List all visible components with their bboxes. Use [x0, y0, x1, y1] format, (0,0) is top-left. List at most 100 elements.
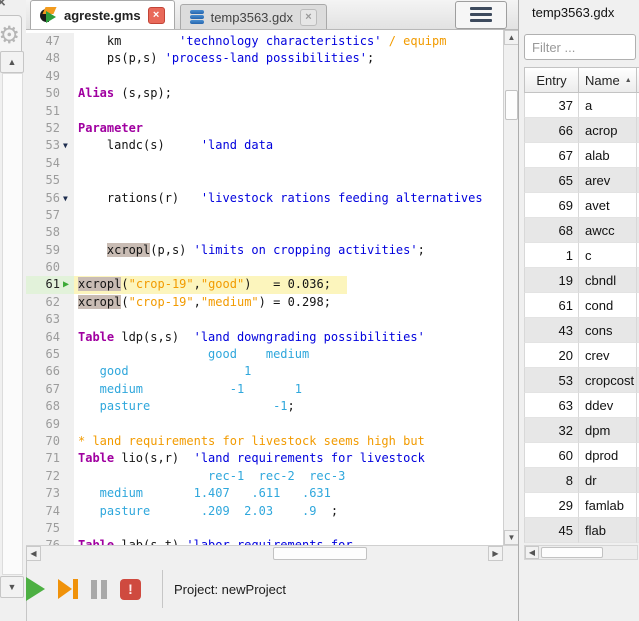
entry-cell[interactable]: 37: [524, 93, 579, 118]
column-header-name[interactable]: Name▲: [579, 67, 637, 93]
entry-cell[interactable]: 60: [524, 443, 579, 468]
gdx-hscrollbar[interactable]: ◀: [524, 545, 638, 560]
tab-temp3563-gdx[interactable]: temp3563.gdx ×: [180, 4, 327, 29]
code-line[interactable]: 55: [26, 172, 503, 189]
entry-cell[interactable]: 1: [524, 243, 579, 268]
entry-cell[interactable]: 8: [524, 468, 579, 493]
code-line[interactable]: 50Alias (s,sp);: [26, 85, 503, 102]
entry-cell[interactable]: 19: [524, 268, 579, 293]
gdx-table-row[interactable]: 43cons: [524, 318, 639, 343]
name-cell[interactable]: ddev: [579, 393, 637, 418]
code-line[interactable]: 66 good 1: [26, 363, 503, 380]
scroll-down-button[interactable]: ▼: [0, 576, 24, 598]
code-line[interactable]: 67 medium -1 1: [26, 381, 503, 398]
entry-cell[interactable]: 20: [524, 343, 579, 368]
code-line[interactable]: 64Table ldp(s,s) 'land downgrading possi…: [26, 329, 503, 346]
close-icon[interactable]: ×: [0, 0, 6, 11]
code-line[interactable]: 71Table lio(s,r) 'land requirements for …: [26, 450, 503, 467]
entry-cell[interactable]: 63: [524, 393, 579, 418]
name-cell[interactable]: awcc: [579, 218, 637, 243]
hscroll-thumb[interactable]: [541, 547, 603, 558]
code-line[interactable]: 65 good medium: [26, 346, 503, 363]
name-cell[interactable]: cbndl: [579, 268, 637, 293]
code-line[interactable]: 73 medium 1.407 .611 .631: [26, 485, 503, 502]
gdx-table-row[interactable]: 32dpm: [524, 418, 639, 443]
column-header-entry[interactable]: Entry: [524, 67, 579, 93]
code-line[interactable]: 75: [26, 520, 503, 537]
vscroll-thumb[interactable]: [505, 90, 518, 120]
entry-cell[interactable]: 29: [524, 493, 579, 518]
code-line[interactable]: 63: [26, 311, 503, 328]
code-line[interactable]: 70* land requirements for livestock seem…: [26, 433, 503, 450]
settings-button[interactable]: ⚙: [0, 15, 22, 55]
close-tab-icon[interactable]: ×: [148, 7, 165, 24]
fold-icon[interactable]: ▼: [61, 137, 74, 154]
filter-input[interactable]: [524, 34, 636, 60]
gdx-table-row[interactable]: 53cropcost: [524, 368, 639, 393]
entry-cell[interactable]: 66: [524, 118, 579, 143]
gdx-table-row[interactable]: 68awcc: [524, 218, 639, 243]
code-line[interactable]: 62xcropl("crop-19","medium") = 0.298;: [26, 294, 503, 311]
name-cell[interactable]: cropcost: [579, 368, 637, 393]
code-line[interactable]: 60: [26, 259, 503, 276]
code-line[interactable]: 59 xcropl(p,s) 'limits on cropping activ…: [26, 242, 503, 259]
code-line[interactable]: 49: [26, 68, 503, 85]
name-cell[interactable]: acrop: [579, 118, 637, 143]
code-line[interactable]: 53▼ landc(s) 'land data: [26, 137, 503, 154]
name-cell[interactable]: dr: [579, 468, 637, 493]
compile-button[interactable]: [58, 579, 78, 599]
gdx-table-row[interactable]: 66acrop: [524, 118, 639, 143]
scroll-up-button[interactable]: ▲: [0, 51, 24, 73]
code-line[interactable]: 58: [26, 224, 503, 241]
scroll-down-button[interactable]: ▼: [504, 530, 519, 545]
gdx-table-row[interactable]: 8dr: [524, 468, 639, 493]
tab-agreste-gms[interactable]: agreste.gms ×: [30, 0, 175, 29]
code-line[interactable]: 47 km 'technology characteristics' / equ…: [26, 33, 503, 50]
gdx-table-row[interactable]: 1c: [524, 243, 639, 268]
scroll-up-button[interactable]: ▲: [504, 30, 519, 45]
name-cell[interactable]: arev: [579, 168, 637, 193]
gdx-table-row[interactable]: 37a: [524, 93, 639, 118]
gdx-table-row[interactable]: 29famlab: [524, 493, 639, 518]
gdx-table-row[interactable]: 61cond: [524, 293, 639, 318]
gdx-table-row[interactable]: 45flab: [524, 518, 639, 543]
entry-cell[interactable]: 53: [524, 368, 579, 393]
code-line[interactable]: 52Parameter: [26, 120, 503, 137]
code-line[interactable]: 57: [26, 207, 503, 224]
entry-cell[interactable]: 32: [524, 418, 579, 443]
name-cell[interactable]: cond: [579, 293, 637, 318]
name-cell[interactable]: a: [579, 93, 637, 118]
gdx-table-row[interactable]: 65arev: [524, 168, 639, 193]
entry-cell[interactable]: 61: [524, 293, 579, 318]
code-line[interactable]: 69: [26, 416, 503, 433]
hscroll-thumb[interactable]: [273, 547, 367, 560]
gdx-table-row[interactable]: 63ddev: [524, 393, 639, 418]
entry-cell[interactable]: 45: [524, 518, 579, 543]
entry-cell[interactable]: 67: [524, 143, 579, 168]
gdx-table-row[interactable]: 20crev: [524, 343, 639, 368]
name-cell[interactable]: dprod: [579, 443, 637, 468]
scroll-left-button[interactable]: ◀: [26, 546, 41, 561]
entry-cell[interactable]: 68: [524, 218, 579, 243]
code-line[interactable]: 61▶xcropl("crop-19","good") = 0.036;: [26, 276, 503, 293]
scrollbar-track[interactable]: [2, 73, 23, 575]
entry-cell[interactable]: 65: [524, 168, 579, 193]
name-cell[interactable]: cons: [579, 318, 637, 343]
fold-icon[interactable]: ▼: [61, 190, 74, 207]
code-line[interactable]: 54: [26, 155, 503, 172]
editor-hscrollbar[interactable]: ◀ ▶: [26, 545, 518, 561]
code-line[interactable]: 68 pasture -1;: [26, 398, 503, 415]
scroll-left-button[interactable]: ◀: [525, 546, 539, 559]
run-button[interactable]: [26, 577, 45, 601]
name-cell[interactable]: alab: [579, 143, 637, 168]
gdx-table-row[interactable]: 60dprod: [524, 443, 639, 468]
editor-vscrollbar[interactable]: ▲ ▼: [503, 30, 518, 545]
code-line[interactable]: 48 ps(p,s) 'process-land possibilities';: [26, 50, 503, 67]
code-line[interactable]: 56▼ rations(r) 'livestock rations feedin…: [26, 190, 503, 207]
code-editor[interactable]: 47 km 'technology characteristics' / equ…: [26, 30, 503, 548]
entry-cell[interactable]: 69: [524, 193, 579, 218]
name-cell[interactable]: flab: [579, 518, 637, 543]
interrupt-button[interactable]: !: [120, 579, 141, 600]
close-tab-icon[interactable]: ×: [300, 9, 317, 26]
name-cell[interactable]: avet: [579, 193, 637, 218]
